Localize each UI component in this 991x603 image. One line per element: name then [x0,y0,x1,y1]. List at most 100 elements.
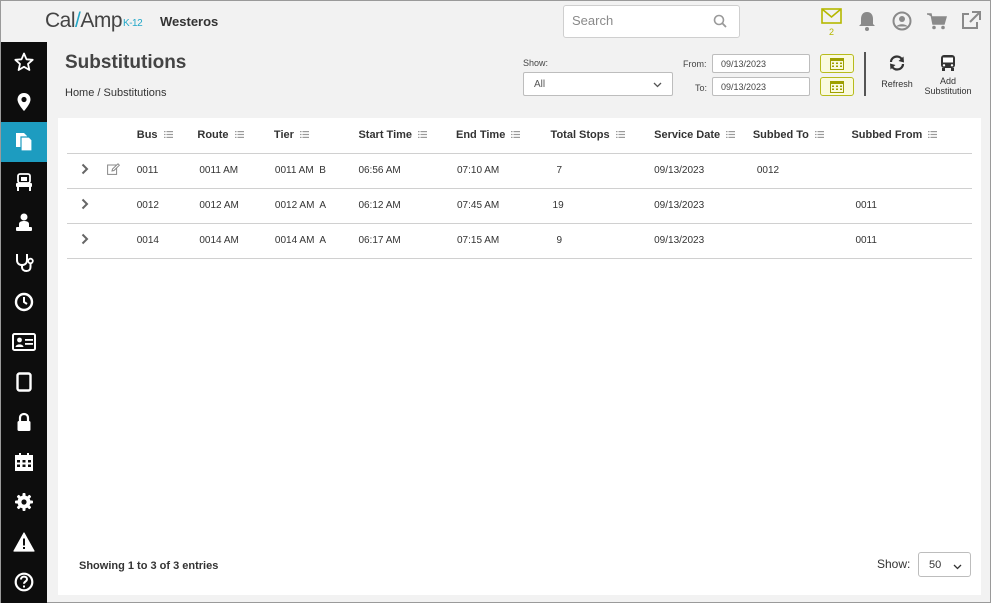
cell-subbed-from: 0011 [851,188,972,224]
chevron-down-icon [953,561,962,573]
table-header-row: Bus Route Tier Start Time End Time Total… [67,118,972,154]
header-service-date[interactable]: Service Date [654,118,753,154]
cell-total-stops: 7 [550,153,655,189]
add-substitution-button[interactable]: Add Substitution [922,54,974,96]
sidebar-item-settings[interactable] [1,482,47,522]
sidebar-item-security[interactable] [1,402,47,442]
copy-documents-icon [16,133,33,152]
sidebar-item-id-cards[interactable] [1,322,47,362]
top-bar: Cal/AmpK-12 Westeros 2 [1,1,990,42]
from-date-picker-button[interactable] [820,54,854,73]
from-date-input[interactable]: 09/13/2023 [712,54,810,73]
breadcrumb-current: Substitutions [103,87,167,99]
mail-icon[interactable] [821,8,842,29]
cell-tier: 0014 AM A [273,223,359,259]
header-tier[interactable]: Tier [273,118,359,154]
page-size-label: Show: [877,557,911,571]
cell-subbed-from: 0011 [851,223,972,259]
search-box[interactable] [563,5,740,38]
sort-icon[interactable] [299,129,309,141]
sort-icon[interactable] [814,129,824,141]
sidebar-item-alerts[interactable] [1,522,47,562]
sidebar-item-help[interactable] [1,562,47,602]
cell-bus: 0012 [136,188,198,224]
sort-icon[interactable] [511,129,521,141]
tablet-icon [16,372,32,392]
sidebar-item-favorites[interactable] [1,42,47,82]
breadcrumb: Home / Substitutions [65,87,167,99]
header-start-time[interactable]: Start Time [358,118,456,154]
refresh-label: Refresh [881,79,913,89]
sidebar-item-health[interactable] [1,242,47,282]
cell-end-time: 07:15 AM [456,223,551,259]
logo-text-cal: Cal [45,9,76,32]
main-content: Substitutions Home / Substitutions Show:… [47,42,990,602]
bell-icon[interactable] [858,11,876,36]
cell-tier: 0011 AM B [273,153,359,189]
edit-row-button[interactable] [89,153,137,189]
sidebar-item-locations[interactable] [1,82,47,122]
header-end-time[interactable]: End Time [456,118,551,154]
calendar-icon [830,58,844,70]
bus-icon [941,55,955,71]
expand-row-button[interactable] [67,153,89,189]
cell-route: 0014 AM [197,223,274,259]
page-size-select[interactable]: 50 [918,552,971,577]
to-date-input[interactable]: 09/13/2023 [712,77,810,96]
stethoscope-icon [16,254,34,272]
cell-subbed-to [752,223,852,259]
refresh-button[interactable]: Refresh [880,54,914,89]
header-total-stops[interactable]: Total Stops [550,118,655,154]
sidebar-item-tablets[interactable] [1,362,47,402]
cell-start-time: 06:17 AM [358,223,456,259]
table-row[interactable]: 0011 0011 AM 0011 AM B 06:56 AM 07:10 AM… [67,153,972,189]
table-row[interactable]: 0012 0012 AM 0012 AM A 06:12 AM 07:45 AM… [67,188,972,224]
table-info-text: Showing 1 to 3 of 3 entries [79,560,219,572]
calendar-icon [830,81,844,93]
header-label: Tier [273,129,294,142]
cell-tier: 0012 AM A [273,188,359,224]
substitutions-panel: Bus Route Tier Start Time End Time Total… [58,118,981,595]
sidebar-item-calendar[interactable] [1,442,47,482]
district-name[interactable]: Westeros [160,14,218,29]
header-label: Subbed From [851,129,923,142]
sidebar-item-substitutions[interactable] [1,122,47,162]
header-expand [67,118,89,154]
student-icon [16,213,32,231]
sort-icon[interactable] [163,129,173,141]
sort-icon[interactable] [726,129,736,141]
header-label: Bus [136,129,158,142]
search-input[interactable] [572,13,702,28]
to-date-picker-button[interactable] [820,77,854,96]
chevron-right-icon [81,233,89,245]
sort-icon[interactable] [928,129,938,141]
sort-icon[interactable] [418,129,428,141]
sort-icon[interactable] [234,129,244,141]
sidebar-item-seating[interactable] [1,162,47,202]
cell-bus: 0014 [136,223,198,259]
breadcrumb-home[interactable]: Home [65,87,94,99]
search-icon[interactable] [713,14,727,33]
table-row[interactable]: 0014 0014 AM 0014 AM A 06:17 AM 07:15 AM… [67,223,972,259]
header-bus[interactable]: Bus [136,118,198,154]
header-subbed-to[interactable]: Subbed To [752,118,852,154]
toolbar-divider [864,52,866,96]
sort-icon[interactable] [615,129,625,141]
expand-row-button[interactable] [67,188,89,224]
chevron-right-icon [81,198,89,210]
sidebar-item-students[interactable] [1,202,47,242]
header-label: End Time [456,129,506,142]
map-pin-icon [17,93,31,111]
header-route[interactable]: Route [197,118,274,154]
sidebar-item-history[interactable] [1,282,47,322]
star-icon [14,52,34,71]
cell-subbed-from [851,153,972,189]
to-date-label: To: [695,83,708,93]
header-subbed-from[interactable]: Subbed From [851,118,972,154]
expand-row-button[interactable] [67,223,89,259]
user-account-icon[interactable] [892,11,912,36]
cart-icon[interactable] [927,13,947,35]
calamp-logo[interactable]: Cal/AmpK-12 [45,9,143,33]
external-link-icon[interactable] [961,11,981,35]
show-filter-select[interactable]: All [523,72,673,96]
